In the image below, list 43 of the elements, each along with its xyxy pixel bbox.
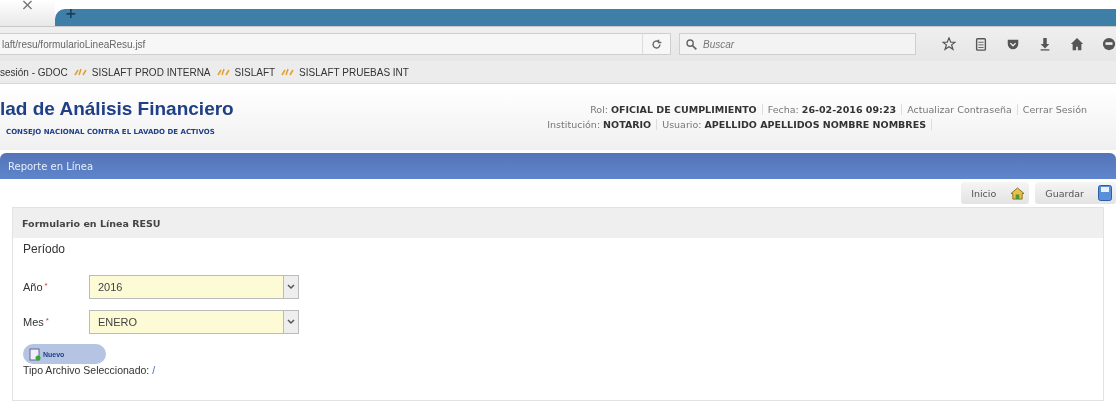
search-field[interactable]: Buscar: [679, 33, 916, 55]
pocket-icon[interactable]: [1006, 37, 1020, 51]
search-input[interactable]: Buscar: [701, 37, 905, 51]
search-icon: [686, 38, 697, 50]
header-link[interactable]: Cerrar Sesión: [1017, 104, 1092, 115]
bookmark-icon: [73, 68, 88, 76]
user-info: Rol: OFICIAL DE CUMPLIMIENTO: [585, 104, 763, 115]
user-info: Usuario: APELLIDO APELLIDOS NOMBRE NOMBRES: [657, 119, 932, 130]
bookmark-link[interactable]: SISLAFT PRUEBAS INT: [281, 66, 409, 78]
site-title: lad de Análisis Financiero: [0, 98, 234, 120]
user-info: Institución: NOTARIO: [542, 119, 658, 130]
home-icon[interactable]: [1070, 37, 1084, 51]
panel-title: Formulario en Línea RESU: [22, 217, 161, 229]
field-label: Mes: [23, 316, 44, 328]
select-field[interactable]: ENERO: [89, 310, 299, 334]
file-type-value: /: [152, 364, 156, 376]
user-info: Fecha: 26-02-2016 09:23: [762, 104, 903, 115]
url-field[interactable]: laft/resu/formularioLineaResu.jsf: [0, 33, 671, 55]
house-icon: [1010, 186, 1026, 200]
bookmark-link[interactable]: sesión - GDOC: [0, 66, 68, 78]
clipboard-icon[interactable]: [974, 37, 988, 51]
field-label: Año: [23, 281, 43, 293]
reload-icon: [651, 38, 662, 50]
download-icon[interactable]: [1038, 37, 1052, 51]
document-icon: [29, 347, 41, 361]
required-mark: *: [45, 316, 49, 327]
floppy-icon: [1098, 185, 1112, 201]
save-button[interactable]: Guardar: [1035, 182, 1116, 204]
section-heading: Período: [23, 242, 67, 256]
tab-close[interactable]: ×: [20, 0, 35, 10]
required-mark: *: [44, 281, 48, 292]
select-field[interactable]: 2016: [89, 275, 299, 299]
star-icon[interactable]: [942, 37, 956, 51]
bookmark-icon: [216, 68, 231, 76]
file-type-label: Tipo Archivo Seleccionado:: [23, 364, 150, 376]
dropdown-icon: [287, 284, 295, 290]
header-link[interactable]: Actualizar Contraseña: [902, 104, 1018, 115]
bookmark-icon: [281, 68, 296, 76]
dropdown-icon: [287, 319, 295, 325]
home-button[interactable]: Inicio: [961, 182, 1030, 204]
section-title: Reporte en Línea: [8, 160, 94, 172]
bookmark-link[interactable]: SISLAFT PROD INTERNA: [73, 66, 211, 78]
bookmark-link[interactable]: SISLAFT: [216, 66, 276, 78]
